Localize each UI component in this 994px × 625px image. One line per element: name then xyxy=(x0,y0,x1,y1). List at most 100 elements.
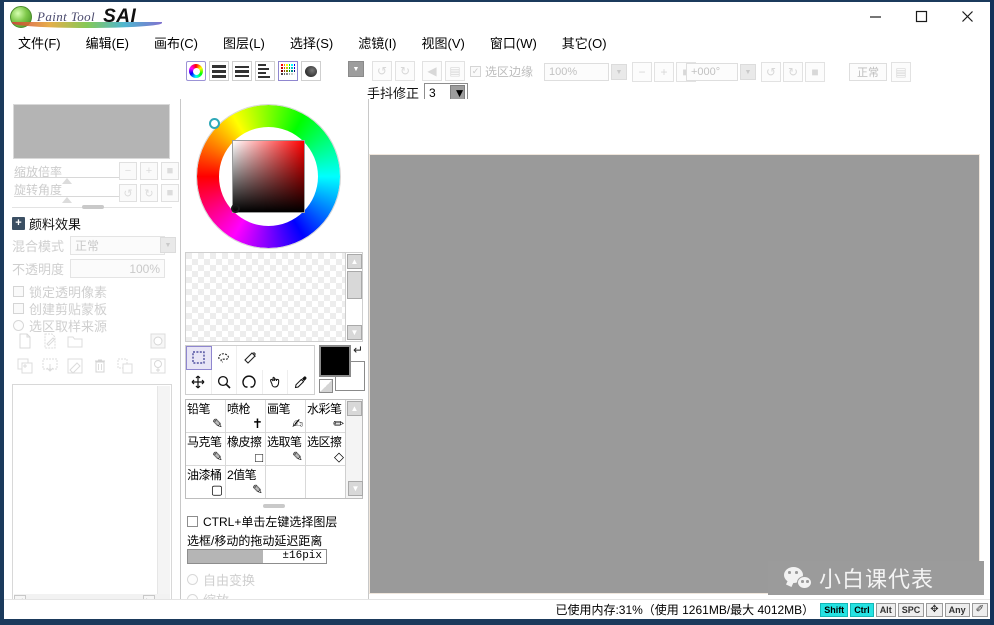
zoom-in-button[interactable]: + xyxy=(654,62,674,82)
canvas-surface[interactable] xyxy=(369,154,980,594)
zoom-tool[interactable] xyxy=(212,370,237,394)
brush-brush[interactable]: 画笔 ✍ xyxy=(266,400,306,432)
zoom-slider-knob[interactable] xyxy=(62,178,72,184)
menu-filter[interactable]: 滤镜(I) xyxy=(347,31,407,54)
navigator-dropdown[interactable]: ▼ xyxy=(348,61,364,77)
menu-file[interactable]: 文件(F) xyxy=(7,31,72,54)
view-mode-extra-button[interactable]: ▤ xyxy=(891,62,911,82)
selection-edge-group[interactable]: ✓ 选区边缘 xyxy=(470,63,533,80)
flip-vertical-button[interactable]: ▤ xyxy=(445,61,465,81)
new-layer-button[interactable] xyxy=(15,331,35,351)
foreground-color-chip[interactable] xyxy=(319,345,351,377)
delete-layer-button[interactable] xyxy=(90,356,110,376)
maximize-button[interactable] xyxy=(898,2,944,31)
panel-resize-grip[interactable] xyxy=(82,205,104,209)
swatch-scroll-up-arrow[interactable]: ▲ xyxy=(347,254,362,269)
hand-tool[interactable] xyxy=(263,370,288,394)
menu-view[interactable]: 视图(V) xyxy=(411,31,476,54)
swatch-grid-toggle[interactable] xyxy=(278,61,298,81)
rotate-value-field[interactable]: +000° xyxy=(686,63,738,81)
options-resize-grip[interactable] xyxy=(263,504,285,508)
transfer-down-button[interactable] xyxy=(40,356,60,376)
new-folder-button[interactable] xyxy=(65,331,85,351)
selection-edge-checkbox[interactable]: ✓ xyxy=(470,66,481,77)
rotate-slider-knob[interactable] xyxy=(62,197,72,203)
ctrl-click-row[interactable]: CTRL+单击左键选择图层 xyxy=(187,513,337,530)
magic-wand-tool[interactable] xyxy=(237,346,263,370)
minimize-button[interactable] xyxy=(852,2,898,31)
lasso-select-tool[interactable] xyxy=(212,346,237,370)
color-wheel-widget[interactable] xyxy=(185,99,365,252)
zoom-out-button[interactable]: − xyxy=(632,62,652,82)
drag-delay-slider[interactable]: ±16pix xyxy=(187,549,327,564)
menu-edit[interactable]: 编辑(E) xyxy=(75,31,140,54)
brush-scroll-up-arrow[interactable]: ▲ xyxy=(347,401,362,416)
close-button[interactable] xyxy=(944,2,990,31)
layer-list-vscrollbar[interactable] xyxy=(157,386,170,594)
rotate-ccw-small-button[interactable]: ↺ xyxy=(119,184,137,202)
rotate-dropdown[interactable]: ▼ xyxy=(740,64,756,80)
layer-mask-button[interactable] xyxy=(148,331,168,351)
reset-colors-icon[interactable] xyxy=(319,379,333,393)
brush-scroll-down-arrow[interactable]: ▼ xyxy=(348,481,363,496)
rotate-cw-small-button[interactable]: ↻ xyxy=(140,184,158,202)
swatch-blob-toggle[interactable] xyxy=(301,61,321,81)
clipping-mask-checkbox[interactable] xyxy=(13,303,24,314)
merge-down-button[interactable] xyxy=(15,356,35,376)
menu-window[interactable]: 窗口(W) xyxy=(479,31,548,54)
brush-select-pen[interactable]: 选取笔 ✎ xyxy=(266,433,306,465)
layer-list[interactable]: ◀ ▶ xyxy=(12,384,172,609)
swatch-gradient-toggle[interactable] xyxy=(232,61,252,81)
move-tool[interactable] xyxy=(186,370,212,394)
navigator-preview[interactable] xyxy=(13,104,170,159)
rotate-cw-button[interactable]: ↻ xyxy=(783,62,803,82)
brush-palette-scrollbar[interactable]: ▲ ▼ xyxy=(345,400,363,498)
rotate-reset-small-button[interactable]: ■ xyxy=(161,184,179,202)
clear-layer-button[interactable] xyxy=(65,356,85,376)
paint-effect-section[interactable]: + 颜料效果 xyxy=(12,214,81,233)
lock-alpha-checkbox[interactable] xyxy=(13,286,24,297)
brush-watercolor[interactable]: 水彩笔 ✏ xyxy=(306,400,346,432)
eyedropper-tool[interactable] xyxy=(288,370,314,394)
brush-airbrush[interactable]: 喷枪 ✝ xyxy=(226,400,266,432)
rect-select-tool[interactable] xyxy=(186,346,212,370)
view-mode-field[interactable]: 正常 xyxy=(849,63,887,81)
free-transform-row[interactable]: 自由变换 xyxy=(187,570,255,589)
zoom-out-small-button[interactable]: − xyxy=(119,162,137,180)
sv-cursor[interactable] xyxy=(231,204,240,213)
add-mask-button[interactable] xyxy=(148,356,168,376)
rotate-ccw-button[interactable]: ↺ xyxy=(761,62,781,82)
brush-eraser[interactable]: 橡皮擦 □ xyxy=(226,433,266,465)
zoom-value-field[interactable]: 100% xyxy=(544,63,609,81)
hue-cursor[interactable] xyxy=(209,118,220,129)
blend-mode-value[interactable]: 正常 xyxy=(70,236,166,255)
swap-arrow-icon[interactable]: ↵ xyxy=(353,343,363,357)
selection-source-radio[interactable] xyxy=(13,320,24,331)
saturation-value-square[interactable] xyxy=(232,140,305,213)
duplicate-layer-button[interactable] xyxy=(115,356,135,376)
menu-select[interactable]: 选择(S) xyxy=(279,31,344,54)
flip-horizontal-button[interactable]: ◀ xyxy=(422,61,442,81)
brush-binary-pen[interactable]: 2值笔 ✎ xyxy=(226,466,266,498)
rotate-tool[interactable] xyxy=(237,370,263,394)
swatch-panel-scrollbar[interactable]: ▲ ▼ xyxy=(345,253,362,341)
redo-button[interactable]: ↻ xyxy=(395,61,415,81)
free-transform-radio[interactable] xyxy=(187,574,198,585)
stabilizer-dropdown-arrow[interactable]: ▼ xyxy=(450,85,465,100)
brush-marker[interactable]: 马克笔 ✎ xyxy=(186,433,226,465)
zoom-dropdown[interactable]: ▼ xyxy=(611,64,627,80)
zoom-reset-small-button[interactable]: ■ xyxy=(161,162,179,180)
expand-plus-icon[interactable]: + xyxy=(12,217,25,230)
menu-canvas[interactable]: 画布(C) xyxy=(143,31,209,54)
color-wheel-toggle[interactable] xyxy=(186,61,206,81)
menu-layer[interactable]: 图层(L) xyxy=(212,31,276,54)
brush-bucket[interactable]: 油漆桶 ▢ xyxy=(186,466,226,498)
swatch-list-toggle[interactable] xyxy=(255,61,275,81)
opacity-value[interactable]: 100% xyxy=(70,259,166,278)
swatch-bars-toggle[interactable] xyxy=(209,61,229,81)
brush-pencil[interactable]: 铅笔 ✎ xyxy=(186,400,226,432)
rotate-reset-button[interactable]: ■ xyxy=(805,62,825,82)
blend-mode-dropdown[interactable]: ▼ xyxy=(160,237,176,253)
menu-other[interactable]: 其它(O) xyxy=(551,31,618,54)
zoom-in-small-button[interactable]: + xyxy=(140,162,158,180)
